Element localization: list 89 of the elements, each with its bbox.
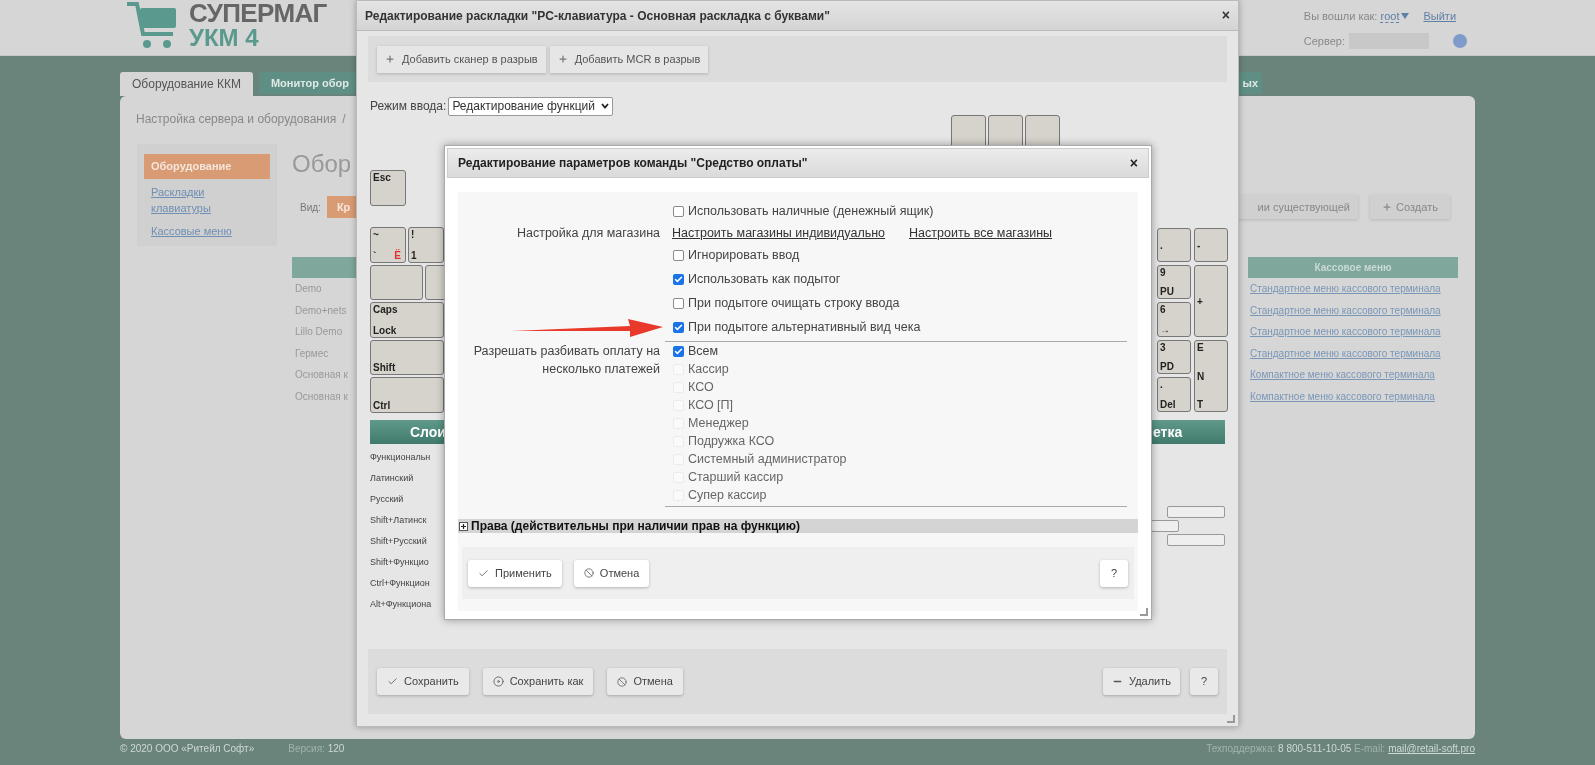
table-cell-text: Demo+nets	[294, 303, 348, 318]
plus-icon	[557, 54, 568, 64]
action-button[interactable]: Удалить	[1103, 668, 1180, 695]
logo-title: СУПЕРМАГ	[189, 0, 327, 26]
view-label: Вид:	[300, 200, 321, 215]
keyboard-key[interactable]: ! 1	[408, 227, 444, 263]
checkbox-label: Старший кассир	[688, 468, 784, 486]
breadcrumb-item: /	[342, 111, 346, 128]
nav-tab[interactable]: Оборудование ККМ	[120, 72, 253, 96]
disc-icon	[492, 676, 504, 687]
caret-icon[interactable]	[1401, 13, 1410, 20]
input-field[interactable]	[1167, 534, 1225, 546]
checkbox[interactable]	[673, 205, 684, 217]
server-label: Сервер:	[1303, 33, 1345, 49]
plus-icon	[385, 54, 395, 64]
breadcrumb-item: Настройка сервера и оборудования	[136, 111, 337, 128]
check-icon	[387, 676, 398, 687]
help-button[interactable]: ?	[1100, 559, 1128, 587]
field-label: Разрешать разбивать оплату на несколько платежей	[472, 343, 661, 378]
checkbox-label: Кассир	[688, 360, 729, 378]
table-cell-text: Lillo Demo	[294, 325, 344, 340]
plus-icon	[1382, 202, 1393, 212]
rights-section-header[interactable]: Права (действительны при наличии прав на функцию)	[458, 519, 1138, 533]
action-button[interactable]: Отмена	[607, 668, 683, 695]
chevron-icon	[601, 103, 609, 109]
toolbar-button[interactable]: Добавить MCR в разрыв	[549, 45, 709, 73]
dialog-title: Редактирование параметров команды "Средство оплаты"	[458, 155, 808, 172]
action-button[interactable]: Отмена	[573, 559, 650, 587]
input-field[interactable]	[1167, 506, 1225, 518]
keyboard-key[interactable]	[370, 265, 423, 300]
help-icon[interactable]	[1453, 33, 1467, 48]
checkbox[interactable]	[673, 321, 684, 333]
checkbox-label: Всем	[688, 342, 719, 360]
action-button[interactable]: Сохранить	[377, 668, 469, 695]
checkbox[interactable]	[673, 297, 684, 309]
keyboard-key[interactable]: ~ ` Ё	[370, 227, 406, 263]
keyboard-key[interactable]: Caps Lock	[370, 302, 444, 338]
grid-heading: етка	[1151, 420, 1225, 444]
dialog-title: Редактирование раскладки "PC-клавиатура - Основная раскладка с буквами"	[365, 7, 830, 25]
user-label: Вы вошли как: root	[1303, 9, 1400, 25]
checkbox-label: КСО [П]	[688, 396, 734, 414]
close-button[interactable]: ×	[1129, 152, 1138, 174]
checkbox-label: КСО	[688, 378, 714, 396]
mode-select[interactable]: Редактирование функций	[448, 96, 613, 116]
settings-link[interactable]: Настроить все магазины	[909, 223, 1053, 243]
keyboard-key[interactable]: -	[1194, 228, 1228, 262]
keyboard-key[interactable]: Esc	[370, 170, 406, 206]
checkbox[interactable]	[673, 273, 684, 285]
checkbox-label: Менеджер	[688, 414, 749, 432]
keyboard-key[interactable]: Ctrl	[370, 377, 444, 413]
mode-label: Режим ввода:	[370, 98, 447, 115]
action-button[interactable]: Применить	[468, 559, 562, 587]
settings-link[interactable]: Настроить магазины индивидуально	[672, 223, 886, 243]
keyboard-key[interactable]: Shift	[370, 340, 444, 375]
table-header: Кассовое меню	[1248, 257, 1458, 278]
resize-grip-icon[interactable]	[1227, 715, 1235, 723]
keyboard-key[interactable]: 3 PD	[1157, 340, 1191, 374]
keyboard-key[interactable]: . Del	[1157, 377, 1191, 412]
checkbox-label: При подытоге альтернативный вид чека	[688, 318, 921, 336]
expand-icon	[459, 521, 468, 531]
checkbox-label: Игнорировать ввод	[688, 246, 800, 264]
page-heading: Обор	[292, 149, 352, 179]
resize-grip-icon[interactable]	[1140, 608, 1148, 616]
table-cell-text: Demo	[294, 282, 323, 297]
help-button[interactable]: ?	[1190, 668, 1218, 695]
keyboard-key[interactable]: 9 PU	[1157, 265, 1191, 299]
cancel-icon	[617, 676, 628, 687]
checkbox-label: Использовать наличные (денежный ящик)	[688, 202, 934, 220]
action-button[interactable]: Сохранить как	[482, 668, 594, 695]
close-button[interactable]: ×	[1221, 5, 1230, 26]
keyboard-key[interactable]: +	[1194, 265, 1228, 337]
keyboard-key[interactable]: .	[1157, 228, 1191, 262]
checkbox-label: При подытоге очищать строку ввода	[688, 294, 900, 312]
copyright-text: © 2020 ООО «Ритейл Софт»	[120, 742, 255, 756]
checkbox-label: Подружка КСО	[688, 432, 775, 450]
input-field[interactable]	[1151, 520, 1179, 532]
field-label: Настройка для магазина	[515, 224, 660, 242]
check-icon	[478, 567, 489, 579]
table-cell-text: Гермес	[294, 346, 330, 361]
logo-subtitle: УКМ 4	[189, 26, 260, 50]
cancel-icon	[583, 568, 594, 578]
keyboard-key[interactable]: 6 →	[1157, 302, 1191, 337]
keyboard-key[interactable]: E N T	[1194, 340, 1228, 412]
checkbox[interactable]	[673, 249, 684, 261]
checkbox-label: Супер кассир	[688, 486, 767, 504]
checkbox-label: Использовать как подытог	[688, 270, 841, 288]
toolbar-button[interactable]: Добавить сканер в разрыв	[377, 45, 546, 73]
checkbox-label: Системный администратор	[688, 450, 847, 468]
checkbox[interactable]	[673, 345, 684, 357]
